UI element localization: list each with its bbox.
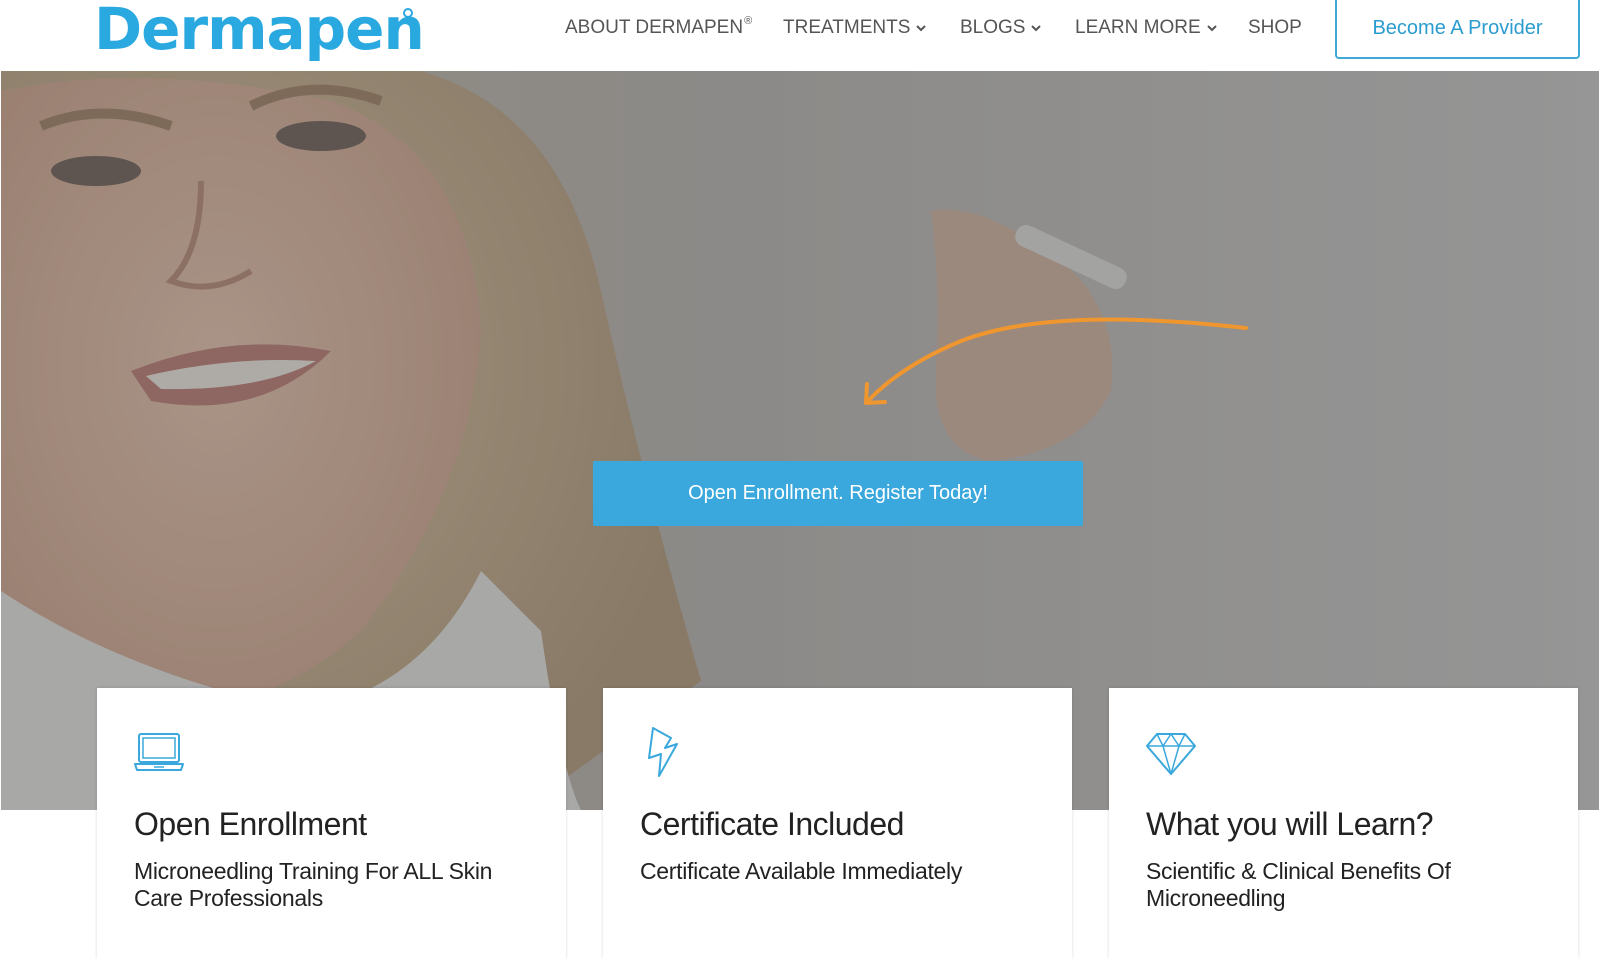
nav-blogs-label: BLOGS xyxy=(960,17,1026,38)
nav-learn-more-label: LEARN MORE xyxy=(1075,17,1201,38)
card-open-enrollment: Open Enrollment Microneedling Training F… xyxy=(97,688,566,959)
card-description: Scientific & Clinical Benefits Of Micron… xyxy=(1146,858,1451,911)
nav-about-sup: ® xyxy=(744,15,753,27)
site-header: Dermapen ABOUT DERMAPEN ® TREATMENTS BLOG… xyxy=(0,0,1600,71)
logo-text: Dermapen xyxy=(94,0,425,63)
card-certificate: Certificate Included Certificate Availab… xyxy=(603,688,1072,959)
card-description: Microneedling Training For ALL Skin Care… xyxy=(134,858,493,911)
registered-mark-icon xyxy=(403,8,413,18)
nav-about-label: ABOUT DERMAPEN xyxy=(565,17,744,38)
chevron-down-icon xyxy=(1206,25,1217,32)
laptop-icon xyxy=(134,733,184,771)
become-provider-button[interactable]: Become A Provider xyxy=(1335,0,1580,59)
nav-blogs[interactable]: BLOGS xyxy=(960,17,1042,39)
lightning-icon xyxy=(648,727,678,777)
chevron-down-icon xyxy=(916,25,927,32)
card-title: What you will Learn? xyxy=(1146,806,1434,842)
nav-about[interactable]: ABOUT DERMAPEN ® xyxy=(565,15,753,39)
nav-shop[interactable]: SHOP xyxy=(1248,17,1302,39)
register-today-button[interactable]: Open Enrollment. Register Today! xyxy=(593,461,1083,526)
dermapen-logo[interactable]: Dermapen xyxy=(94,0,425,62)
card-title: Certificate Included xyxy=(640,806,904,842)
card-description: Certificate Available Immediately xyxy=(640,858,963,884)
card-title: Open Enrollment xyxy=(134,806,367,842)
nav-treatments-label: TREATMENTS xyxy=(783,17,911,38)
nav-shop-label: SHOP xyxy=(1248,17,1302,38)
nav-learn-more[interactable]: LEARN MORE xyxy=(1075,17,1218,39)
chevron-down-icon xyxy=(1031,25,1042,32)
nav-treatments[interactable]: TREATMENTS xyxy=(783,17,927,39)
card-what-you-will-learn: What you will Learn? Scientific & Clinic… xyxy=(1109,688,1578,959)
diamond-icon xyxy=(1146,732,1196,775)
